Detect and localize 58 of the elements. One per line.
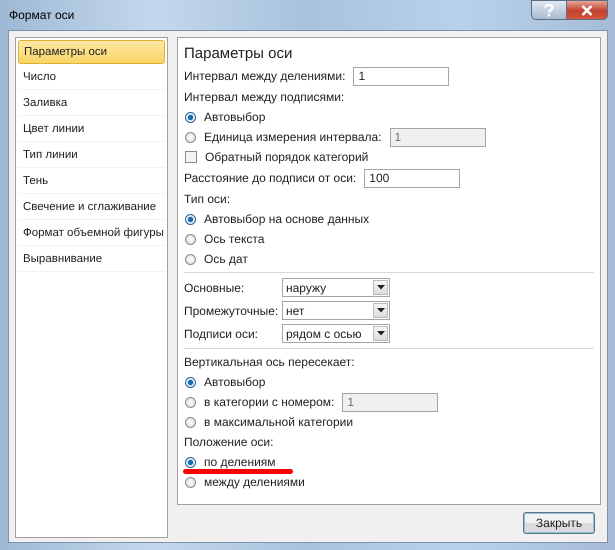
dropdown-value: наружу: [285, 280, 328, 294]
dropdown-label: Промежуточные:: [184, 304, 280, 318]
radio-button[interactable]: [185, 376, 196, 388]
panel-title: Параметры оси: [184, 45, 294, 62]
radio-button[interactable]: [185, 234, 196, 244]
close-button[interactable]: [567, 0, 608, 20]
window-title: Формат оси: [9, 8, 74, 22]
checkbox[interactable]: [185, 151, 197, 163]
field-label: Интервал между делениями:: [184, 69, 346, 83]
sidebar-item[interactable]: Параметры оси: [18, 40, 165, 64]
radio-button[interactable]: [185, 112, 196, 122]
help-button[interactable]: [531, 0, 567, 20]
close-icon: [581, 4, 593, 16]
section-label: Положение оси:: [184, 435, 274, 449]
sidebar-item[interactable]: Тень: [18, 169, 165, 194]
sidebar-item[interactable]: Формат объемной фигуры: [18, 221, 165, 246]
option-label[interactable]: Ось текста: [204, 232, 264, 246]
sidebar-item[interactable]: Цвет линии: [18, 117, 165, 142]
option-label[interactable]: Ось дат: [204, 252, 248, 266]
section-label: Интервал между подписями:: [184, 90, 344, 104]
option-label[interactable]: Автовыбор: [204, 375, 266, 389]
radio-button[interactable]: [185, 254, 196, 264]
sidebar-item[interactable]: Выравнивание: [18, 247, 165, 272]
help-icon: [543, 3, 555, 17]
caret-icon: [376, 308, 384, 313]
option-label[interactable]: Единица измерения интервала:: [204, 130, 382, 144]
dropdown[interactable]: рядом с осью: [282, 324, 390, 343]
sidebar-item[interactable]: Свечение и сглаживание: [18, 195, 165, 220]
sidebar-item[interactable]: Заливка: [18, 91, 165, 116]
field-label: Расстояние до подписи от оси:: [184, 171, 356, 185]
dropdown-label: Подписи оси:: [184, 326, 259, 340]
radio-button[interactable]: [185, 214, 196, 224]
radio-button[interactable]: [185, 416, 196, 428]
option-label[interactable]: в категории с номером:: [204, 395, 334, 409]
dropdown-label: Основные:: [184, 280, 246, 294]
section-label: Вертикальная ось пересекает:: [184, 355, 355, 369]
sidebar-item[interactable]: Тип линии: [18, 143, 165, 168]
input-field[interactable]: 100: [364, 168, 460, 188]
dropdown-value: нет: [285, 304, 306, 318]
dropdown[interactable]: нет: [282, 301, 390, 320]
option-label[interactable]: Обратный порядок категорий: [205, 150, 368, 164]
section-label: Тип оси:: [184, 192, 230, 206]
option-label[interactable]: в максимальной категории: [204, 415, 354, 429]
option-label[interactable]: по делениям: [204, 455, 276, 469]
caret-icon: [376, 285, 384, 290]
radio-button[interactable]: [185, 396, 196, 408]
dropdown-value: рядом с осью: [285, 326, 363, 340]
close-button[interactable]: Закрыть: [523, 512, 595, 534]
option-label[interactable]: между делениями: [204, 475, 305, 489]
option-label[interactable]: Автовыбор на основе данных: [204, 212, 370, 226]
radio-button[interactable]: [185, 476, 196, 488]
option-label[interactable]: Автовыбор: [204, 110, 266, 124]
caret-icon: [376, 331, 384, 336]
input-field[interactable]: 1: [353, 66, 450, 86]
radio-button[interactable]: [185, 456, 196, 468]
sidebar-item[interactable]: Число: [18, 65, 165, 90]
dropdown[interactable]: наружу: [282, 278, 390, 297]
radio-button[interactable]: [185, 132, 196, 142]
